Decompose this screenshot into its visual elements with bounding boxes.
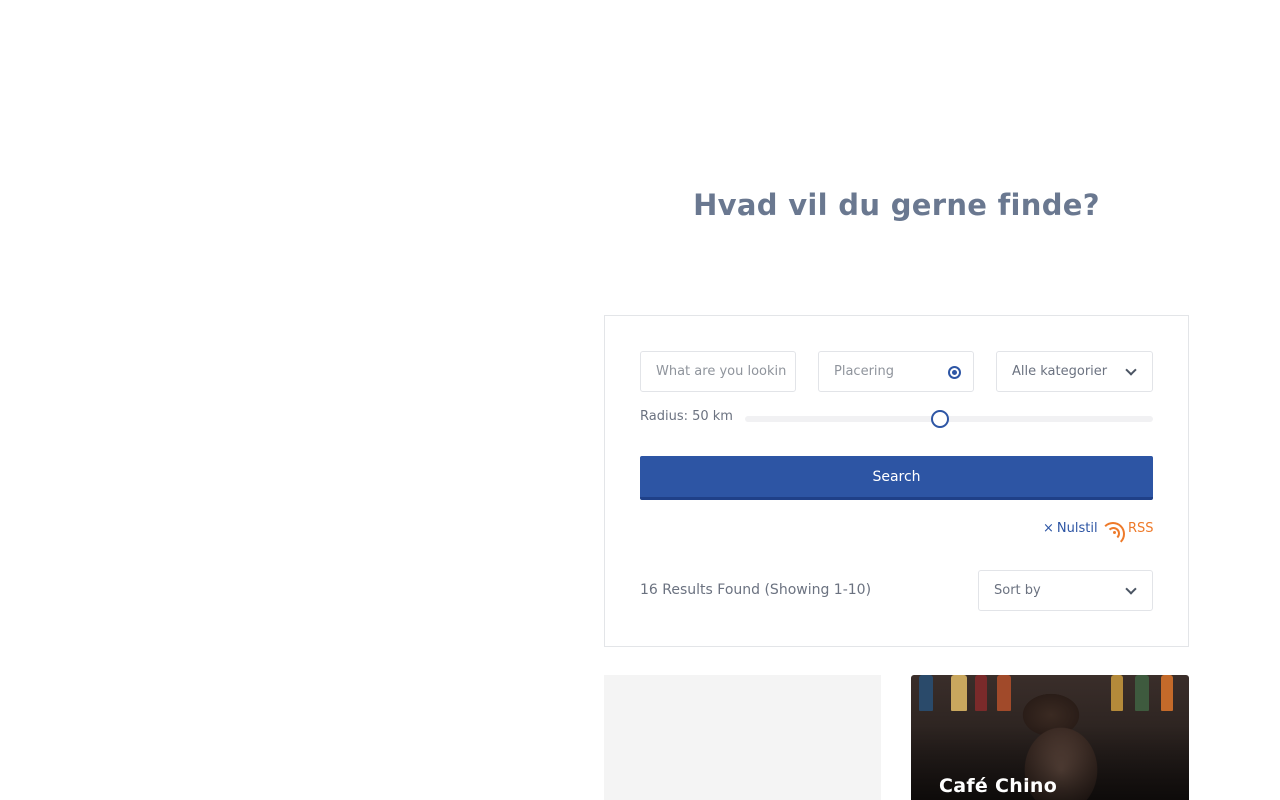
rss-label: RSS bbox=[1128, 521, 1154, 536]
location-input[interactable] bbox=[834, 352, 943, 391]
sort-select[interactable]: Sort by bbox=[978, 570, 1153, 611]
rss-icon bbox=[1101, 522, 1125, 546]
search-panel: Alle kategorier Radius: 50 km Search × N… bbox=[604, 315, 1189, 647]
location-field[interactable] bbox=[818, 351, 974, 392]
keyword-input[interactable] bbox=[656, 352, 787, 391]
keyword-field[interactable] bbox=[640, 351, 796, 392]
rss-link[interactable]: RSS bbox=[1101, 521, 1154, 546]
crosshair-locate-icon[interactable] bbox=[948, 366, 961, 379]
close-icon: × bbox=[1043, 521, 1054, 536]
listing-title[interactable]: Café Chino bbox=[939, 775, 1057, 797]
category-select-value: Alle kategorier bbox=[1012, 364, 1108, 379]
radius-slider-track[interactable] bbox=[745, 416, 1153, 422]
listing-card[interactable]: Café Chino bbox=[911, 675, 1189, 800]
reset-label: Nulstil bbox=[1056, 521, 1098, 536]
sort-select-value: Sort by bbox=[994, 583, 1041, 598]
page-heading: Hvad vil du gerne finde? bbox=[693, 188, 1100, 222]
chevron-down-icon bbox=[1125, 583, 1137, 595]
page: Hvad vil du gerne finde? Alle kategorier… bbox=[0, 0, 1280, 800]
reset-link[interactable]: × Nulstil bbox=[1043, 521, 1098, 536]
category-select[interactable]: Alle kategorier bbox=[996, 351, 1153, 392]
listing-card-placeholder[interactable] bbox=[604, 675, 881, 800]
chevron-down-icon bbox=[1125, 364, 1137, 376]
radius-label: Radius: 50 km bbox=[640, 409, 733, 424]
radius-slider-handle[interactable] bbox=[931, 410, 949, 428]
results-count: 16 Results Found (Showing 1-10) bbox=[640, 582, 872, 598]
search-button[interactable]: Search bbox=[640, 456, 1153, 500]
